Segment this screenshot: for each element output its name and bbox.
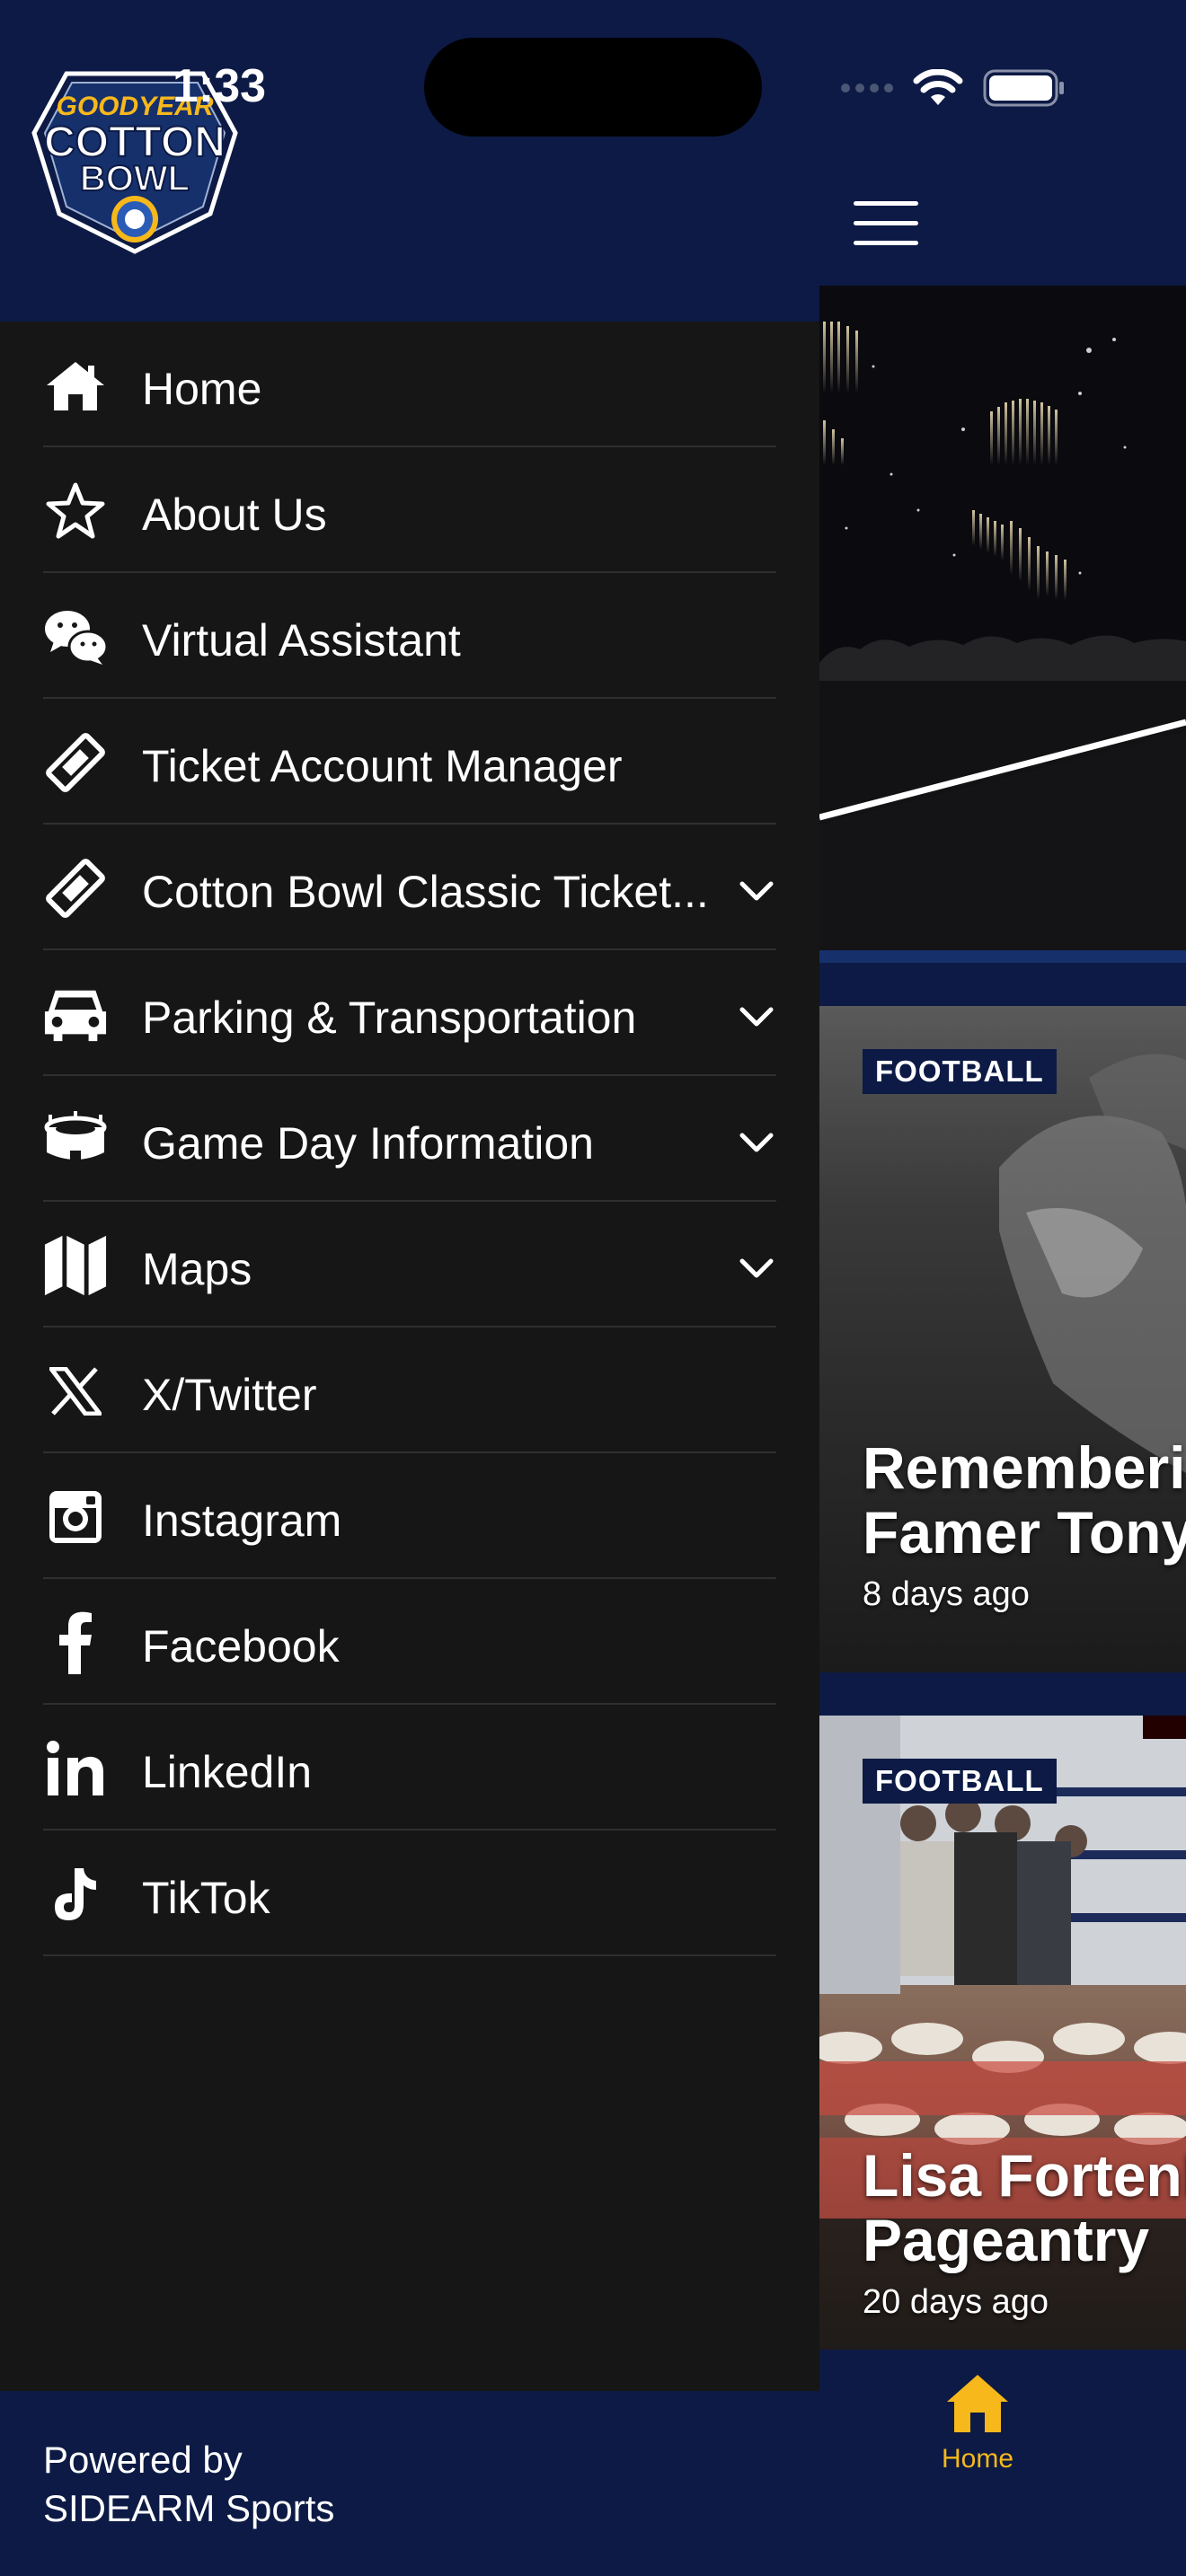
menu-item-label: LinkedIn (142, 1747, 313, 1797)
menu-item-label: Maps (142, 1244, 252, 1294)
home-icon (43, 353, 108, 418)
bottom-tab-bar: Home (819, 2350, 1186, 2576)
menu-item-ticket-account-manager[interactable]: Ticket Account Manager (0, 699, 819, 825)
story-card[interactable]: FOOTBALL Lisa Fortenl Pageantry 20 days … (819, 1716, 1186, 2350)
menu-item-facebook[interactable]: Facebook (0, 1579, 819, 1705)
tab-home[interactable]: Home (916, 2371, 1039, 2488)
ticket-icon (43, 730, 108, 795)
navigation-drawer: GOODYEAR COTTON BOWL 1:33 Home About Us (0, 0, 819, 2576)
instagram-icon (43, 1485, 108, 1549)
menu-item-game-day-information[interactable]: Game Day Information (0, 1076, 819, 1202)
app-header (819, 0, 1186, 286)
menu-item-label: Instagram (142, 1495, 342, 1546)
chat-icon (43, 604, 108, 669)
status-time: 1:33 (173, 60, 267, 112)
menu-item-label: Virtual Assistant (142, 615, 461, 666)
menu-item-label: TikTok (142, 1873, 270, 1923)
drawer-menu: Home About Us Virtual Assistant Ticket A… (0, 322, 819, 1956)
story-title: Rememberi Famer Tony (863, 1434, 1186, 1566)
spacer (819, 963, 1186, 1006)
hamburger-menu-icon[interactable] (854, 201, 918, 246)
story-title: Lisa Fortenl Pageantry (863, 2142, 1186, 2273)
ticket-icon (43, 856, 108, 921)
home-screen: FOOTBALL Rememberi Famer Tony 8 days ago… (819, 0, 1186, 2576)
menu-item-virtual-assistant[interactable]: Virtual Assistant (0, 573, 819, 699)
menu-item-cotton-bowl-classic-tickets[interactable]: Cotton Bowl Classic Ticket... (0, 825, 819, 950)
hero-banner[interactable] (819, 286, 1186, 950)
battery-icon (983, 69, 1064, 107)
story-category-badge: FOOTBALL (863, 1049, 1057, 1094)
dynamic-island (424, 38, 762, 137)
hero-divider (819, 950, 1186, 963)
menu-item-about-us[interactable]: About Us (0, 447, 819, 573)
menu-item-label: X/Twitter (142, 1370, 317, 1420)
cellular-signal-icon (841, 84, 893, 93)
powered-by-line: Powered by (43, 2439, 243, 2481)
story-date: 8 days ago (863, 1575, 1030, 1613)
tiktok-icon (43, 1862, 108, 1927)
chevron-down-icon[interactable] (737, 871, 776, 911)
menu-item-parking-transportation[interactable]: Parking & Transportation (0, 950, 819, 1076)
menu-item-label: Ticket Account Manager (142, 741, 623, 791)
menu-item-label: Cotton Bowl Classic Ticket... (142, 867, 709, 917)
drawer-footer: Powered by SIDEARM Sports (0, 2391, 819, 2576)
star-icon (43, 479, 108, 543)
menu-item-label: Home (142, 364, 262, 414)
map-icon (43, 1233, 108, 1298)
menu-item-instagram[interactable]: Instagram (0, 1453, 819, 1579)
menu-item-tiktok[interactable]: TikTok (0, 1831, 819, 1956)
menu-item-linkedin[interactable]: LinkedIn (0, 1705, 819, 1831)
menu-item-label: Parking & Transportation (142, 992, 637, 1043)
stadium-lights-graphic (819, 286, 1186, 950)
wifi-icon (913, 69, 963, 105)
facebook-icon (43, 1610, 108, 1675)
menu-item-maps[interactable]: Maps (0, 1202, 819, 1328)
tab-home-label: Home (941, 2444, 1014, 2474)
drawer-header: GOODYEAR COTTON BOWL 1:33 (0, 0, 819, 322)
logo-line-2: BOWL (80, 159, 190, 198)
menu-item-home[interactable]: Home (0, 322, 819, 447)
story-photo (999, 1054, 1186, 1473)
chevron-down-icon[interactable] (737, 1123, 776, 1162)
chevron-down-icon[interactable] (737, 997, 776, 1037)
chevron-down-icon[interactable] (737, 1248, 776, 1288)
menu-item-x-twitter[interactable]: X/Twitter (0, 1328, 819, 1453)
status-icons (841, 66, 1066, 110)
spacer (819, 1672, 1186, 1716)
powered-by-credit[interactable]: Powered by SIDEARM Sports (43, 2436, 334, 2533)
x-twitter-icon (43, 1359, 108, 1424)
car-icon (43, 982, 108, 1046)
story-date: 20 days ago (863, 2283, 1049, 2321)
menu-item-label: Game Day Information (142, 1118, 594, 1169)
story-card[interactable]: FOOTBALL Rememberi Famer Tony 8 days ago (819, 1006, 1186, 1672)
stadium-icon (43, 1107, 108, 1172)
linkedin-icon (43, 1736, 108, 1801)
menu-item-label: About Us (142, 490, 327, 540)
home-icon (947, 2375, 1008, 2432)
menu-item-label: Facebook (142, 1621, 340, 1672)
story-category-badge: FOOTBALL (863, 1759, 1057, 1804)
sidearm-sports-line: SIDEARM Sports (43, 2487, 335, 2529)
